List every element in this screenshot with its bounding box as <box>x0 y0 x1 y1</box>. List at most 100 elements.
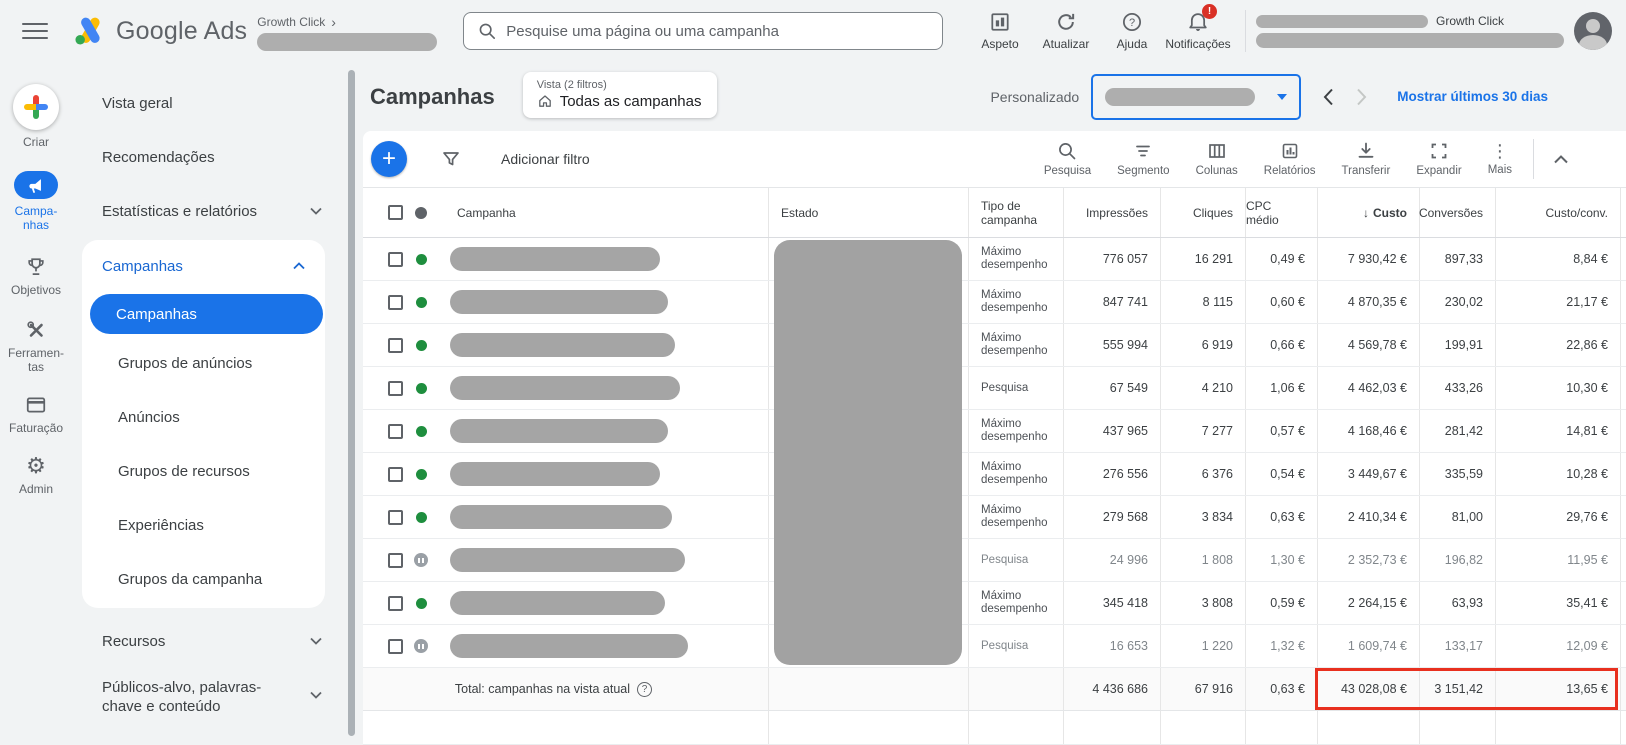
table-row[interactable]: Pesquisa 24 996 1 808 1,30 € 2 352,73 € … <box>363 539 1626 582</box>
add-filter-button[interactable]: Adicionar filtro <box>501 151 590 167</box>
sidenav-item-insights-reports[interactable]: Estatísticas e relatórios <box>72 184 346 238</box>
show-last-30-days-link[interactable]: Mostrar últimos 30 dias <box>1397 89 1548 104</box>
row-checkbox[interactable] <box>388 638 403 654</box>
rail-item-campaigns[interactable]: Campa-nhas <box>4 171 68 232</box>
rail-item-goals[interactable]: Objetivos <box>4 256 68 297</box>
header-custo-conv[interactable]: Custo/conv. <box>1495 188 1620 237</box>
header-tipo[interactable]: Tipo de campanha <box>968 188 1063 237</box>
hamburger-menu-icon[interactable] <box>22 18 48 44</box>
date-range-dropdown[interactable] <box>1091 73 1302 120</box>
create-button[interactable] <box>13 84 59 130</box>
campaign-name-redacted[interactable] <box>450 247 660 271</box>
view-selector-chip[interactable]: Vista (2 filtros) Todas as campanhas <box>522 71 718 118</box>
campaign-status-icon[interactable] <box>415 425 427 437</box>
sidenav-item-ads[interactable]: Anúncios <box>82 390 325 444</box>
campaign-name-redacted[interactable] <box>450 548 685 572</box>
header-campaign[interactable]: Campanha <box>439 188 768 237</box>
expand-icon <box>1431 143 1447 159</box>
search-input[interactable] <box>506 22 929 40</box>
table-row[interactable]: Máximo desempenho 279 568 3 834 0,63 € 2… <box>363 496 1626 539</box>
campaign-status-icon[interactable] <box>415 468 427 480</box>
sidenav-item-asset-groups[interactable]: Grupos de recursos <box>82 444 325 498</box>
table-row[interactable]: Pesquisa 67 549 4 210 1,06 € 4 462,03 € … <box>363 367 1626 410</box>
campaign-status-icon[interactable] <box>415 296 427 308</box>
campaign-name-redacted[interactable] <box>450 505 672 529</box>
table-row[interactable]: Máximo desempenho 276 556 6 376 0,54 € 3… <box>363 453 1626 496</box>
expand-button[interactable]: Expandir <box>1403 135 1474 183</box>
download-button[interactable]: Transferir <box>1329 135 1404 183</box>
columns-button[interactable]: Colunas <box>1183 135 1251 183</box>
sidenav-item-campaigns[interactable]: Campanhas <box>90 294 323 334</box>
campaign-status-icon[interactable] <box>415 511 427 523</box>
appearance-button[interactable]: Aspeto <box>967 11 1033 51</box>
rail-item-tools[interactable]: Ferramen-tas <box>4 319 68 374</box>
row-checkbox[interactable] <box>388 423 403 439</box>
table-row[interactable]: Pesquisa 16 653 1 220 1,32 € 1 609,74 € … <box>363 625 1626 668</box>
global-search[interactable] <box>463 12 944 50</box>
header-estado[interactable]: Estado <box>768 188 968 237</box>
table-row[interactable]: Máximo desempenho 847 741 8 115 0,60 € 4… <box>363 281 1626 324</box>
next-period-button[interactable] <box>1356 88 1367 106</box>
filter-funnel-icon[interactable] <box>441 149 461 169</box>
row-checkbox[interactable] <box>388 251 403 267</box>
reports-button[interactable]: Relatórios <box>1251 135 1329 183</box>
select-all-checkbox[interactable] <box>388 205 403 220</box>
campaign-status-icon[interactable] <box>415 597 427 609</box>
rail-item-create[interactable]: Criar <box>4 84 68 149</box>
header-cliques[interactable]: Cliques <box>1160 188 1245 237</box>
row-checkbox[interactable] <box>388 466 403 482</box>
sidenav-item-campaign-groups[interactable]: Grupos da campanha <box>82 552 325 606</box>
campaign-name-redacted[interactable] <box>450 634 688 658</box>
campaign-status-icon[interactable] <box>415 253 427 265</box>
row-checkbox[interactable] <box>388 552 403 568</box>
breadcrumb[interactable]: Growth Click › <box>257 14 438 51</box>
add-campaign-button[interactable]: + <box>371 141 407 177</box>
rail-item-billing[interactable]: Faturação <box>4 394 68 435</box>
row-checkbox[interactable] <box>388 294 403 310</box>
campaign-name-redacted[interactable] <box>450 376 680 400</box>
row-checkbox[interactable] <box>388 595 403 611</box>
campaign-name-redacted[interactable] <box>450 333 675 357</box>
row-checkbox[interactable] <box>388 509 403 525</box>
sidenav-item-assets[interactable]: Recursos <box>72 614 346 668</box>
sidenav-group-campaigns[interactable]: Campanhas <box>82 240 325 292</box>
sidenav-item-audiences[interactable]: Públicos-alvo, palavras-chave e conteúdo <box>72 668 346 722</box>
refresh-button[interactable]: Atualizar <box>1033 11 1099 51</box>
sidenav-item-experiments[interactable]: Experiências <box>82 498 325 552</box>
campaign-status-icon[interactable] <box>415 382 427 394</box>
campaign-name-redacted[interactable] <box>450 591 665 615</box>
segment-button[interactable]: Segmento <box>1104 135 1182 183</box>
campaign-name-redacted[interactable] <box>450 419 668 443</box>
avatar[interactable] <box>1574 12 1612 50</box>
previous-period-button[interactable] <box>1323 88 1334 106</box>
header-cpc[interactable]: CPC médio <box>1245 188 1317 237</box>
header-impressoes[interactable]: Impressões <box>1063 188 1160 237</box>
sidenav-item-overview[interactable]: Vista geral <box>72 76 346 130</box>
reports-icon <box>1282 143 1297 159</box>
status-filter-icon[interactable] <box>415 206 427 219</box>
table-row[interactable]: Máximo desempenho 345 418 3 808 0,59 € 2… <box>363 582 1626 625</box>
help-button[interactable]: ? Ajuda <box>1099 11 1165 51</box>
total-impressoes: 4 436 686 <box>1063 668 1160 710</box>
sidenav-item-recommendations[interactable]: Recomendações <box>72 130 346 184</box>
table-row[interactable]: Máximo desempenho 555 994 6 919 0,66 € 4… <box>363 324 1626 367</box>
collapse-toolbar-button[interactable] <box>1542 147 1580 172</box>
help-icon[interactable]: ? <box>637 681 652 697</box>
table-row[interactable]: Máximo desempenho 437 965 7 277 0,57 € 4… <box>363 410 1626 453</box>
table-row[interactable]: Máximo desempenho 776 057 16 291 0,49 € … <box>363 238 1626 281</box>
campaign-status-icon[interactable] <box>415 339 427 351</box>
header-custo[interactable]: ↓ Custo <box>1317 188 1419 237</box>
search-table-button[interactable]: Pesquisa <box>1031 135 1104 183</box>
campaign-status-icon[interactable] <box>414 553 428 567</box>
row-checkbox[interactable] <box>388 337 403 353</box>
campaign-name-redacted[interactable] <box>450 290 668 314</box>
row-checkbox[interactable] <box>388 380 403 396</box>
campaign-status-icon[interactable] <box>414 639 428 653</box>
campaign-name-redacted[interactable] <box>450 462 660 486</box>
more-button[interactable]: ⋮ Mais <box>1475 135 1525 183</box>
content-scrollbar[interactable] <box>348 70 355 736</box>
rail-item-admin[interactable]: ⚙ Admin <box>4 455 68 497</box>
sidenav-item-ad-groups[interactable]: Grupos de anúncios <box>82 336 325 390</box>
header-conversoes[interactable]: Conversões <box>1419 188 1495 237</box>
notifications-button[interactable]: ! Notificações <box>1165 4 1231 51</box>
